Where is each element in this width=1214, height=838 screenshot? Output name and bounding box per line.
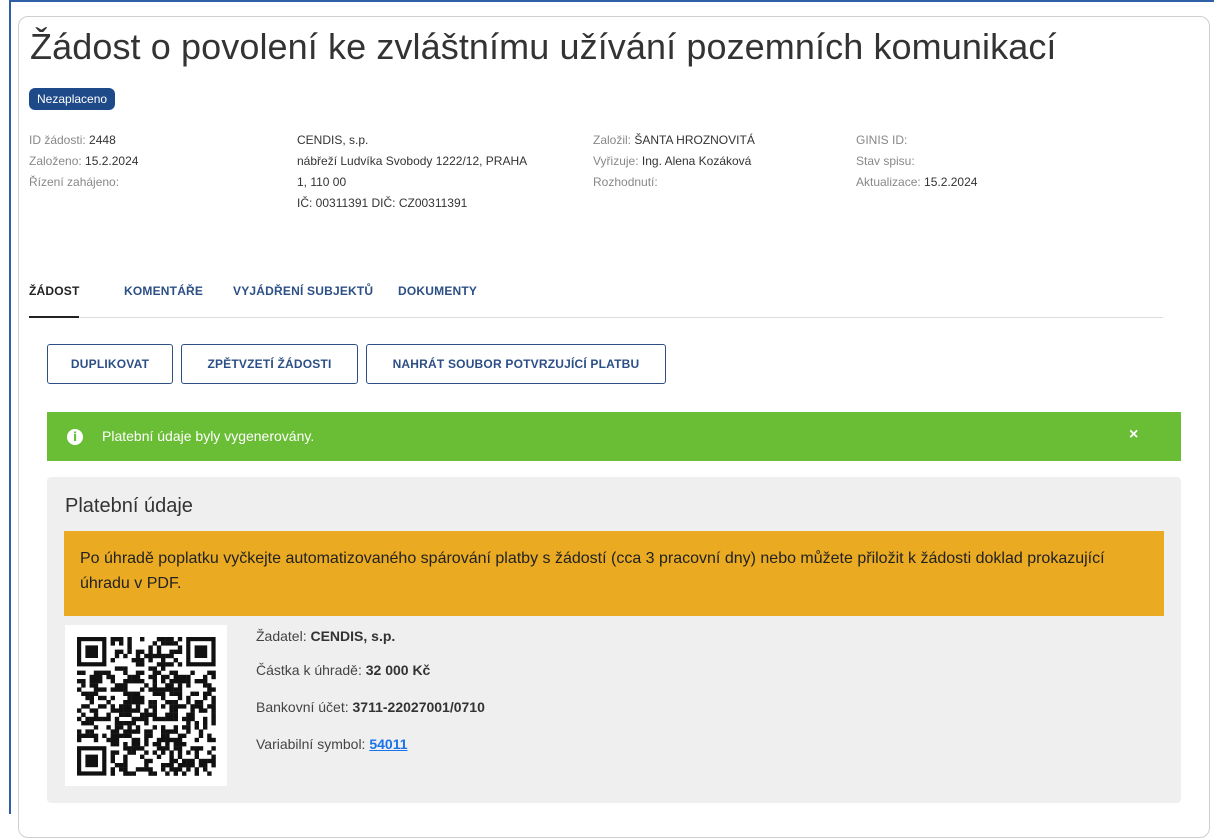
withdraw-request-button[interactable]: ZPĚTVZETÍ ŽÁDOSTI xyxy=(181,344,358,384)
payment-title: Platební údaje xyxy=(65,495,193,517)
payment-warning: Po úhradě poplatku vyčkejte automatizova… xyxy=(64,531,1164,616)
duplicate-button[interactable]: DUPLIKOVAT xyxy=(47,344,173,384)
tab-statements[interactable]: VYJÁDŘENÍ SUBJEKTŮ xyxy=(233,284,373,317)
meta-ginis-id: GINIS ID: xyxy=(856,133,908,147)
applicant-address-line1: nábřeží Ludvíka Svobody 1222/12, PRAHA xyxy=(297,154,528,168)
payment-bank-account: Bankovní účet: 3711-22027001/0710 xyxy=(256,699,485,715)
meta-column-request: ID žádosti: 2448 Založeno: 15.2.2024 Říz… xyxy=(29,130,289,193)
tab-request[interactable]: ŽÁDOST xyxy=(29,284,79,318)
window-frame-left xyxy=(9,0,11,814)
applicant-ids: IČ: 00311391 DIČ: CZ00311391 xyxy=(297,196,468,210)
meta-column-ginis: GINIS ID: Stav spisu: Aktualizace: 15.2.… xyxy=(856,130,1116,193)
tab-comments[interactable]: KOMENTÁŘE xyxy=(124,284,203,317)
meta-decision: Rozhodnutí: xyxy=(593,175,658,189)
meta-proceeding-started: Řízení zahájeno: xyxy=(29,175,120,189)
meta-created-by: Založil: ŠANTA HROZNOVITÁ xyxy=(593,133,755,147)
success-alert: i Platební údaje byly vygenerovány. × xyxy=(47,412,1181,461)
payment-amount: Částka k úhradě: 32 000 Kč xyxy=(256,662,431,678)
tab-documents[interactable]: DOKUMENTY xyxy=(398,284,477,317)
payment-panel: Platební údaje Po úhradě poplatku vyčkej… xyxy=(47,477,1181,803)
meta-handled-by: Vyřizuje: Ing. Alena Kozáková xyxy=(593,154,752,168)
variable-symbol-link[interactable]: 54011 xyxy=(369,736,407,752)
page-title: Žádost o povolení ke zvláštnímu užívání … xyxy=(30,26,1057,67)
meta-column-processing: Založil: ŠANTA HROZNOVITÁ Vyřizuje: Ing.… xyxy=(593,130,853,193)
payment-applicant: Žadatel: CENDIS, s.p. xyxy=(256,628,396,644)
meta-file-status: Stav spisu: xyxy=(856,154,915,168)
meta-updated: Aktualizace: 15.2.2024 xyxy=(856,175,978,189)
tab-bar: ŽÁDOST KOMENTÁŘE VYJÁDŘENÍ SUBJEKTŮ DOKU… xyxy=(29,284,1163,318)
info-icon: i xyxy=(67,429,83,445)
meta-column-applicant: CENDIS, s.p. nábřeží Ludvíka Svobody 122… xyxy=(297,130,577,214)
applicant-name: CENDIS, s.p. xyxy=(297,133,369,147)
alert-message: Platební údaje byly vygenerovány. xyxy=(102,428,315,444)
status-badge: Nezaplaceno xyxy=(29,88,116,110)
meta-request-id: ID žádosti: 2448 xyxy=(29,133,116,147)
upload-payment-proof-button[interactable]: NAHRÁT SOUBOR POTVRZUJÍCÍ PLATBU xyxy=(366,344,666,384)
qr-code-image xyxy=(77,637,216,776)
window-frame-top xyxy=(9,0,1214,2)
applicant-address-line2: 1, 110 00 xyxy=(297,175,347,189)
payment-qr-code xyxy=(65,625,227,786)
payment-variable-symbol: Variabilní symbol: 54011 xyxy=(256,736,408,752)
meta-created: Založeno: 15.2.2024 xyxy=(29,154,139,168)
close-icon[interactable]: × xyxy=(1129,426,1138,444)
